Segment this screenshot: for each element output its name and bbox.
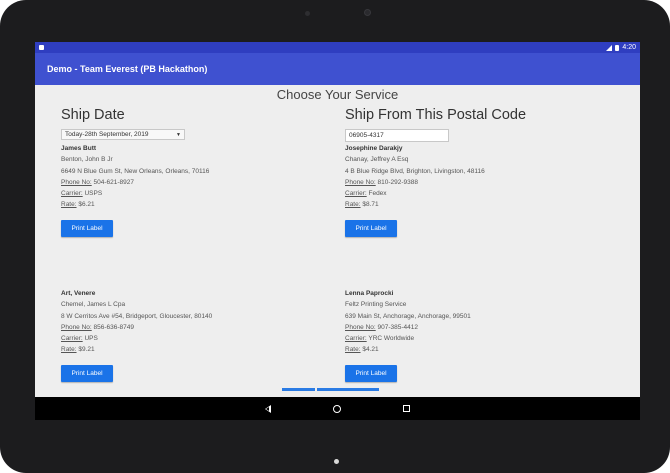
phone-label: Phone No: bbox=[345, 178, 376, 186]
print-label-button[interactable]: Print Label bbox=[61, 364, 113, 382]
recipient-address: 4 B Blue Ridge Blvd, Brighton, Livingsto… bbox=[345, 167, 485, 175]
carrier-label: Carrier: bbox=[345, 190, 367, 198]
recipient-name: James Butt bbox=[61, 145, 97, 152]
phone-value: 504-621-8927 bbox=[91, 178, 135, 186]
phone-value: 856-636-8749 bbox=[91, 323, 135, 331]
shipment-card: Lenna Paprocki Feltz Printing Service 63… bbox=[345, 288, 471, 382]
ship-date-title: Ship Date bbox=[61, 107, 125, 123]
recipient-address: 8 W Cerritos Ave #54, Bridgeport, Glouce… bbox=[61, 312, 213, 320]
rate-value: $9.21 bbox=[76, 346, 95, 354]
carrier-row: Carrier: YRC Worldwide bbox=[345, 333, 471, 344]
back-icon[interactable] bbox=[265, 404, 271, 413]
right-column: Ship From This Postal Code 06905-4317 Jo… bbox=[345, 107, 605, 382]
notification-icon bbox=[39, 45, 44, 50]
carrier-value: Fedex bbox=[366, 190, 387, 198]
app-bar: Demo - Team Everest (PB Hackathon) bbox=[35, 53, 640, 85]
rate-row: Rate: $6.21 bbox=[61, 199, 321, 210]
rate-value: $8.71 bbox=[360, 201, 379, 209]
tablet-frame: 4:20 Demo - Team Everest (PB Hackathon) … bbox=[0, 0, 670, 473]
phone-value: 810-292-9388 bbox=[375, 178, 419, 186]
rate-label: Rate: bbox=[61, 201, 77, 209]
carrier-row: Carrier: USPS bbox=[61, 188, 321, 199]
phone-value: 907-385-4412 bbox=[375, 323, 419, 331]
page-title: Choose Your Service bbox=[276, 87, 399, 102]
recent-apps-icon[interactable] bbox=[403, 405, 410, 412]
recipient-address: 639 Main St, Anchorage, Anchorage, 99501 bbox=[345, 312, 471, 320]
rate-row: Rate: $4.21 bbox=[345, 344, 471, 355]
left-column: Ship Date Today-28th September, 2019 ▼ J… bbox=[61, 107, 321, 382]
rate-value: $6.21 bbox=[76, 201, 95, 209]
carrier-value: UPS bbox=[82, 335, 98, 343]
rate-row: Rate: $8.71 bbox=[345, 199, 605, 210]
status-right: 4:20 bbox=[606, 44, 636, 51]
signal-icon bbox=[606, 44, 613, 51]
recipient-company: Chemel, James L Cpa bbox=[61, 301, 126, 309]
shipment-card: Josephine Darakjy Chanay, Jeffrey A Esq … bbox=[345, 143, 605, 237]
status-time: 4:20 bbox=[622, 44, 636, 51]
ship-date-select[interactable]: Today-28th September, 2019 ▼ bbox=[61, 129, 185, 140]
app-title: Demo - Team Everest (PB Hackathon) bbox=[47, 64, 208, 74]
recipient-company: Chanay, Jeffrey A Esq bbox=[345, 156, 409, 164]
rate-label: Rate: bbox=[61, 346, 77, 354]
sensor-dot bbox=[305, 11, 310, 16]
carrier-value: USPS bbox=[82, 190, 103, 198]
rate-value: $4.21 bbox=[360, 346, 379, 354]
postal-code-title: Ship From This Postal Code bbox=[345, 107, 527, 123]
home-icon[interactable] bbox=[333, 404, 341, 413]
print-label-button[interactable]: Print Label bbox=[345, 364, 397, 382]
rate-label: Rate: bbox=[345, 346, 361, 354]
phone-row: Phone No: 907-385-4412 bbox=[345, 322, 471, 333]
phone-row: Phone No: 504-621-8927 bbox=[61, 177, 321, 188]
hardware-home-dot bbox=[334, 459, 339, 464]
postal-code-input[interactable]: 06905-4317 bbox=[345, 129, 449, 142]
shipment-card: Art, Venere Chemel, James L Cpa 8 W Cerr… bbox=[61, 288, 212, 382]
phone-label: Phone No: bbox=[61, 323, 92, 331]
recipient-name: Josephine Darakjy bbox=[345, 145, 403, 152]
rate-row: Rate: $9.21 bbox=[61, 344, 212, 355]
recipient-name: Lenna Paprocki bbox=[345, 290, 394, 297]
scroll-indicator bbox=[282, 388, 315, 391]
carrier-value: YRC Worldwide bbox=[366, 335, 415, 343]
status-bar: 4:20 bbox=[35, 42, 640, 53]
recipient-company: Feltz Printing Service bbox=[345, 301, 407, 309]
phone-label: Phone No: bbox=[345, 323, 376, 331]
recipient-company: Benton, John B Jr bbox=[61, 156, 113, 164]
scroll-indicator bbox=[317, 388, 379, 391]
carrier-label: Carrier: bbox=[61, 190, 83, 198]
recipient-name: Art, Venere bbox=[61, 290, 96, 297]
carrier-row: Carrier: UPS bbox=[61, 333, 212, 344]
phone-label: Phone No: bbox=[61, 178, 92, 186]
carrier-row: Carrier: Fedex bbox=[345, 188, 605, 199]
carrier-label: Carrier: bbox=[345, 335, 367, 343]
rate-label: Rate: bbox=[345, 201, 361, 209]
phone-row: Phone No: 856-636-8749 bbox=[61, 322, 212, 333]
dropdown-caret-icon: ▼ bbox=[176, 131, 181, 138]
main-content: Choose Your Service Ship Date Today-28th… bbox=[35, 85, 640, 397]
ship-date-value: Today-28th September, 2019 bbox=[65, 131, 149, 138]
front-camera bbox=[364, 9, 371, 16]
print-label-button[interactable]: Print Label bbox=[61, 219, 113, 237]
recipient-address: 6649 N Blue Gum St, New Orleans, Orleans… bbox=[61, 167, 210, 175]
shipment-card: James Butt Benton, John B Jr 6649 N Blue… bbox=[61, 143, 321, 237]
battery-icon bbox=[615, 44, 620, 51]
print-label-button[interactable]: Print Label bbox=[345, 219, 397, 237]
phone-row: Phone No: 810-292-9388 bbox=[345, 177, 605, 188]
system-nav-bar bbox=[35, 397, 640, 420]
device-screen: 4:20 Demo - Team Everest (PB Hackathon) … bbox=[35, 42, 640, 420]
carrier-label: Carrier: bbox=[61, 335, 83, 343]
